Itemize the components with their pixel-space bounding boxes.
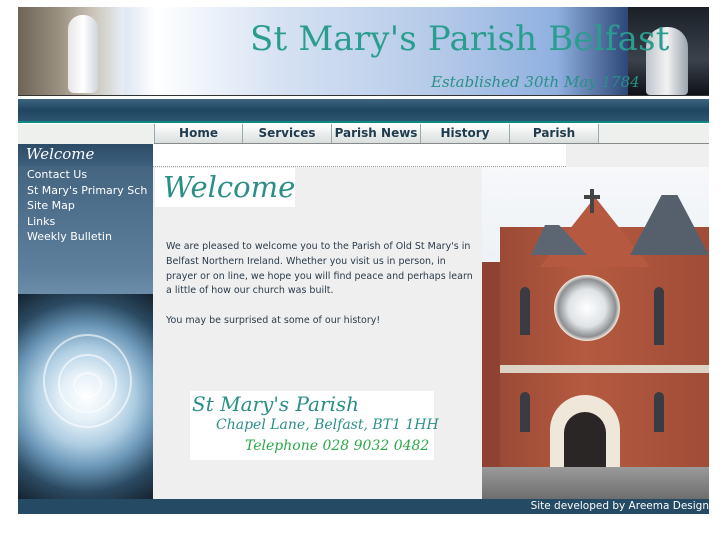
address-parish-name: St Mary's Parish — [192, 392, 360, 416]
site-title: St Mary's Parish Belfast — [250, 19, 670, 59]
footer-credit[interactable]: Site developed by Areema Design — [531, 499, 709, 514]
sidebar-link-weekly-bulletin[interactable]: Weekly Bulletin — [27, 229, 153, 245]
nav-home[interactable]: Home — [154, 124, 243, 143]
address-street: Chapel Lane, Belfast, BT1 1HH — [216, 417, 439, 433]
sidebar-link-links[interactable]: Links — [27, 214, 153, 230]
madonna-statue-image — [68, 15, 98, 93]
rose-petal — [73, 372, 102, 398]
church-window — [520, 392, 530, 432]
stone-band — [500, 365, 709, 373]
accent-line — [18, 121, 709, 123]
cross-icon — [584, 195, 600, 199]
sidebar: Welcome Contact Us St Mary's Primary Sch… — [18, 144, 153, 499]
established-date: Established 30th May 1784 — [431, 73, 640, 91]
nav-parish-news[interactable]: Parish News — [331, 124, 421, 143]
nav-history[interactable]: History — [420, 124, 510, 143]
rose-window — [554, 275, 620, 341]
nav-services[interactable]: Services — [242, 124, 332, 143]
header-bar — [18, 99, 709, 121]
church-ground — [482, 467, 709, 499]
intro-paragraph: You may be surprised at some of our hist… — [166, 314, 381, 326]
sidebar-link-site-map[interactable]: Site Map — [27, 198, 153, 214]
main-nav: Home Services Parish News History Parish… — [154, 124, 599, 159]
sidebar-links: Contact Us St Mary's Primary Sch Site Ma… — [27, 167, 153, 245]
rose-image — [18, 294, 153, 499]
nav-parish-groups[interactable]: Parish Groups — [509, 124, 599, 159]
church-window — [654, 287, 664, 345]
divider — [18, 95, 709, 96]
page-title: Welcome — [163, 170, 296, 204]
cross-icon — [590, 189, 594, 213]
intro-text: We are pleased to welcome you to the Par… — [166, 240, 476, 343]
address-phone: Telephone 028 9032 0482 — [245, 438, 430, 454]
intro-paragraph: We are pleased to welcome you to the Par… — [166, 241, 473, 297]
content-top-right — [566, 144, 709, 167]
church-photo — [482, 167, 709, 499]
church-window — [654, 392, 664, 432]
header-banner: St Mary's Parish Belfast Established 30t… — [18, 7, 709, 95]
sidebar-link-primary-school[interactable]: St Mary's Primary Sch — [27, 183, 153, 199]
content-top-strip — [153, 144, 566, 167]
sidebar-link-contact-us[interactable]: Contact Us — [27, 167, 153, 183]
church-door — [564, 412, 606, 467]
sidebar-title: Welcome — [26, 145, 95, 163]
church-window — [520, 287, 530, 335]
church-roof — [630, 195, 709, 255]
